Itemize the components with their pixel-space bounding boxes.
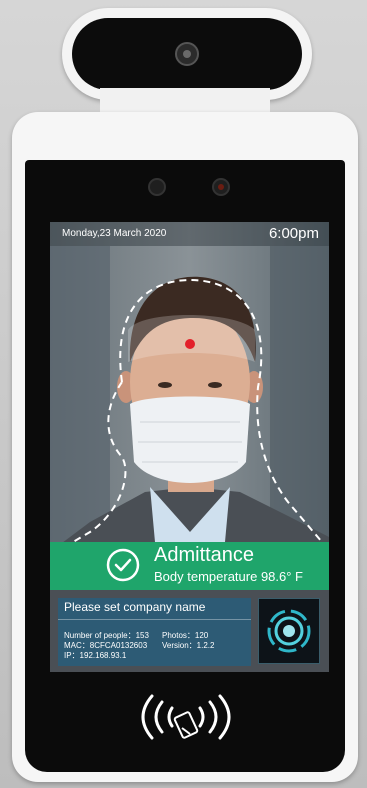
camera-window [72,18,302,90]
time-label: 6:00pm [268,225,319,242]
ip-address-label: IP：192.168.93.1 [64,651,127,660]
body-temperature-label: Body temperature 98.6° F [154,569,303,584]
display-screen: Monday,23 March 2020 6:00pm Admittance B… [50,222,329,672]
company-name-label: Please set company name [64,600,206,614]
version-label: Version：1.2.2 [162,641,215,650]
info-divider [58,619,251,620]
camera-module [62,8,312,100]
admittance-title: Admittance [154,544,255,566]
face-scan-icon [267,609,311,653]
status-bar: Monday,23 March 2020 6:00pm [50,222,329,246]
face-scan-box [258,598,320,664]
date-label: Monday,23 March 2020 [62,228,167,239]
camera-lens-icon [175,42,199,66]
device-info-panel: Please set company name Number of people… [58,598,251,666]
ir-sensor-icon [148,178,166,196]
admittance-banner: Admittance Body temperature 98.6° F [50,542,329,590]
nfc-card-icon [141,694,231,740]
temperature-sensor-icon [212,178,230,196]
check-circle-icon [106,548,140,582]
